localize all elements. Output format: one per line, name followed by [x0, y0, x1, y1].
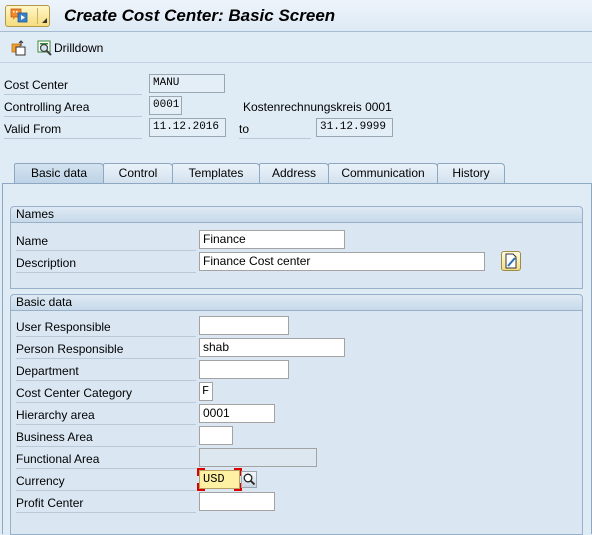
hierarchy-area-input[interactable]: 0001	[199, 404, 275, 423]
business-area-label: Business Area	[16, 427, 196, 447]
tab-control[interactable]: Control	[103, 163, 173, 183]
controlling-area-description: Kostenrechnungskreis 0001	[243, 100, 392, 114]
hierarchy-area-label: Hierarchy area	[16, 405, 196, 425]
tab-basic-data[interactable]: Basic data	[14, 163, 104, 184]
tab-templates[interactable]: Templates	[172, 163, 260, 183]
basic-data-group: Basic data User Responsible Person Respo…	[10, 294, 583, 535]
search-icon	[243, 473, 256, 486]
description-input[interactable]: Finance Cost center	[199, 252, 485, 271]
cost-center-category-input[interactable]: F	[199, 382, 213, 401]
cost-center-label: Cost Center	[4, 75, 142, 95]
functional-area-input	[199, 448, 317, 467]
profit-center-input[interactable]	[199, 492, 275, 511]
tab-communication[interactable]: Communication	[328, 163, 438, 183]
edit-text-icon	[505, 253, 517, 269]
system-menu-button[interactable]	[5, 5, 50, 27]
application-toolbar: Drilldown	[0, 33, 592, 63]
tab-address[interactable]: Address	[259, 163, 329, 183]
valid-to-field: 31.12.9999	[316, 118, 393, 137]
page-title: Create Cost Center: Basic Screen	[64, 6, 336, 25]
system-menu-icon	[10, 8, 28, 23]
currency-search-help-button[interactable]	[241, 471, 257, 488]
name-input[interactable]: Finance	[199, 230, 345, 249]
basic-data-group-title: Basic data	[11, 295, 582, 311]
names-group-title: Names	[11, 207, 582, 223]
tab-history[interactable]: History	[437, 163, 505, 183]
focus-marker	[197, 483, 205, 491]
tab-panel-basic-data: Names Name Finance Description Finance C…	[2, 183, 592, 535]
other-cost-center-icon[interactable]	[11, 40, 27, 56]
valid-from-field: 11.12.2016	[149, 118, 226, 137]
functional-area-label: Functional Area	[16, 449, 196, 469]
valid-from-label: Valid From	[4, 119, 142, 139]
department-input[interactable]	[199, 360, 289, 379]
user-responsible-input[interactable]	[199, 316, 289, 335]
controlling-area-field: 0001	[149, 96, 182, 115]
description-label: Description	[16, 253, 196, 273]
name-label: Name	[16, 231, 196, 251]
drilldown-button[interactable]: Drilldown	[54, 41, 103, 55]
currency-label: Currency	[16, 471, 196, 491]
profit-center-label: Profit Center	[16, 493, 196, 513]
user-responsible-label: User Responsible	[16, 317, 196, 337]
cost-center-category-label: Cost Center Category	[16, 383, 196, 403]
dropdown-arrow-icon	[42, 18, 47, 23]
menu-separator	[37, 8, 38, 24]
cost-center-field: MANU	[149, 74, 225, 93]
department-label: Department	[16, 361, 196, 381]
person-responsible-input[interactable]: shab	[199, 338, 345, 357]
business-area-input[interactable]	[199, 426, 233, 445]
names-group: Names Name Finance Description Finance C…	[10, 206, 583, 289]
valid-to-label: to	[239, 119, 311, 139]
focus-marker	[197, 468, 205, 476]
person-responsible-label: Person Responsible	[16, 339, 196, 359]
long-text-button[interactable]	[501, 251, 521, 271]
controlling-area-label: Controlling Area	[4, 97, 142, 117]
drilldown-icon[interactable]	[37, 40, 53, 56]
title-bar: Create Cost Center: Basic Screen	[0, 0, 592, 32]
